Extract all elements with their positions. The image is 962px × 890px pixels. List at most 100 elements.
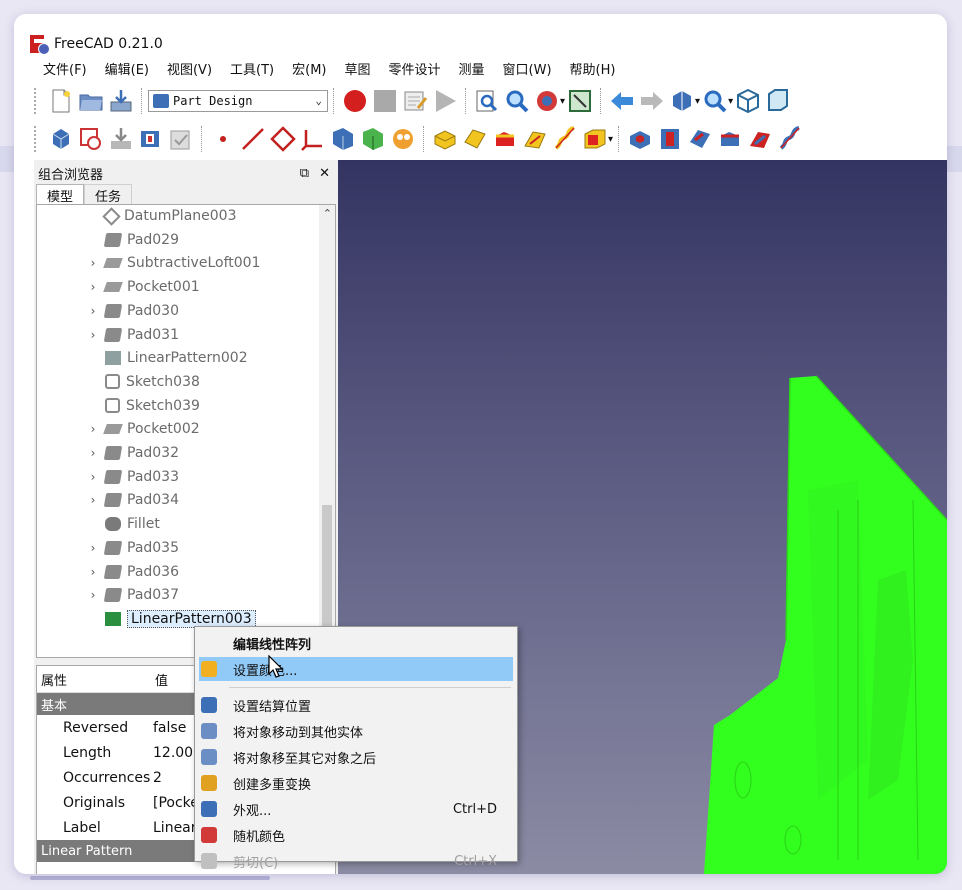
- toolbar-grip[interactable]: [34, 126, 40, 152]
- close-icon[interactable]: ✕: [319, 166, 330, 181]
- context-menu-item[interactable]: 剪切(C) Ctrl+X: [199, 849, 513, 873]
- hole-icon[interactable]: [657, 126, 683, 152]
- expand-arrow-icon[interactable]: ›: [85, 256, 101, 270]
- save-icon[interactable]: [108, 88, 134, 114]
- tree-item[interactable]: LinearPattern002: [37, 347, 248, 369]
- zoom-page-icon[interactable]: [474, 88, 500, 114]
- context-menu-item[interactable]: 外观... Ctrl+D: [199, 797, 513, 821]
- menu-view[interactable]: 视图(V): [158, 60, 221, 82]
- run-macro-icon[interactable]: [432, 88, 458, 114]
- open-folder-icon[interactable]: [78, 88, 104, 114]
- fit-dropdown-icon[interactable]: ▾: [728, 96, 733, 107]
- back-arrow-icon[interactable]: [609, 88, 635, 114]
- context-menu-item[interactable]: 将对象移至其它对象之后: [199, 745, 513, 769]
- bounding-box-icon[interactable]: [567, 88, 593, 114]
- front-view-icon[interactable]: [765, 88, 791, 114]
- expand-arrow-icon[interactable]: ›: [85, 588, 101, 602]
- clone-orange-icon[interactable]: [390, 126, 416, 152]
- menu-edit[interactable]: 编辑(E): [96, 60, 158, 82]
- tree-item[interactable]: Sketch039: [37, 395, 200, 417]
- create-sketch-icon[interactable]: [78, 126, 104, 152]
- context-menu-item[interactable]: 编辑线性阵列: [199, 631, 513, 655]
- additive-pipe-icon[interactable]: [522, 126, 548, 152]
- expand-arrow-icon[interactable]: ›: [85, 565, 101, 579]
- isometric-view-icon[interactable]: [735, 88, 761, 114]
- menu-help[interactable]: 帮助(H): [561, 60, 625, 82]
- sync-view-dropdown-icon[interactable]: ▾: [695, 96, 700, 107]
- shape-binder-icon[interactable]: [138, 126, 164, 152]
- tree-item[interactable]: › Pad035: [37, 537, 179, 559]
- expand-arrow-icon[interactable]: ›: [85, 328, 101, 342]
- sync-view-icon[interactable]: [669, 88, 695, 114]
- pad-icon[interactable]: [432, 126, 458, 152]
- additive-box-icon[interactable]: [582, 126, 608, 152]
- tree-scrollbar[interactable]: ⌃: [319, 205, 335, 657]
- tree-item[interactable]: › SubtractiveLoft001: [37, 252, 261, 274]
- new-document-icon[interactable]: [48, 88, 74, 114]
- fit-all-icon[interactable]: [702, 88, 728, 114]
- menu-macro[interactable]: 宏(M): [283, 60, 335, 82]
- tree-item[interactable]: Pad029: [37, 229, 179, 251]
- expand-arrow-icon[interactable]: ›: [85, 493, 101, 507]
- forward-arrow-icon[interactable]: [639, 88, 665, 114]
- context-menu-item[interactable]: 设置颜色...: [199, 657, 513, 681]
- tree-item[interactable]: Sketch038: [37, 371, 200, 393]
- menu-window[interactable]: 窗口(W): [494, 60, 561, 82]
- workbench-selector[interactable]: Part Design ⌄: [148, 90, 328, 112]
- tree-item[interactable]: › Pad031: [37, 324, 179, 346]
- undock-icon[interactable]: ⧉: [300, 166, 309, 181]
- scroll-up-icon[interactable]: ⌃: [323, 207, 332, 220]
- body-icon[interactable]: [48, 126, 74, 152]
- tree-item[interactable]: Fillet: [37, 513, 160, 535]
- datum-line-icon[interactable]: [240, 126, 266, 152]
- tab-tasks[interactable]: 任务: [84, 184, 133, 206]
- context-menu-item[interactable]: 随机颜色: [199, 823, 513, 847]
- clone-icon[interactable]: [168, 126, 194, 152]
- datum-plane-icon[interactable]: [270, 126, 296, 152]
- expand-arrow-icon[interactable]: ›: [85, 304, 101, 318]
- expand-arrow-icon[interactable]: ›: [85, 280, 101, 294]
- tree-item[interactable]: › Pocket002: [37, 418, 200, 440]
- model-tree[interactable]: ⌃ DatumPlane003 Pad029 › SubtractiveLoft001…: [36, 204, 336, 658]
- menu-tools[interactable]: 工具(T): [221, 60, 283, 82]
- expand-arrow-icon[interactable]: ›: [85, 446, 101, 460]
- import-icon[interactable]: [108, 126, 134, 152]
- subtractive-pipe-icon[interactable]: [747, 126, 773, 152]
- tree-item[interactable]: › Pad032: [37, 442, 179, 464]
- expand-arrow-icon[interactable]: ›: [85, 422, 101, 436]
- pocket-icon[interactable]: [627, 126, 653, 152]
- expand-arrow-icon[interactable]: ›: [85, 470, 101, 484]
- expand-arrow-icon[interactable]: ›: [85, 541, 101, 555]
- additive-helix-icon[interactable]: [552, 126, 578, 152]
- groove-icon[interactable]: [687, 126, 713, 152]
- tree-item[interactable]: › Pocket001: [37, 276, 200, 298]
- tree-item[interactable]: › Pad037: [37, 584, 179, 606]
- sub-shape-binder-icon[interactable]: [360, 126, 386, 152]
- context-menu-item[interactable]: 设置结算位置: [199, 693, 513, 717]
- datum-point-icon[interactable]: [210, 126, 236, 152]
- tree-item[interactable]: DatumPlane003: [37, 205, 236, 227]
- additive-loft-icon[interactable]: [492, 126, 518, 152]
- zoom-icon[interactable]: [504, 88, 530, 114]
- toolbar-grip[interactable]: [34, 88, 40, 114]
- menu-file[interactable]: 文件(F): [34, 60, 96, 82]
- tree-item[interactable]: › Pad033: [37, 466, 179, 488]
- revolution-icon[interactable]: [462, 126, 488, 152]
- draw-style-icon[interactable]: [534, 88, 560, 114]
- shape-binder-blue-icon[interactable]: [330, 126, 356, 152]
- edit-macro-icon[interactable]: [402, 88, 428, 114]
- local-coordinate-system-icon[interactable]: [300, 126, 326, 152]
- tree-item[interactable]: › Pad036: [37, 561, 179, 583]
- subtractive-helix-icon[interactable]: [777, 126, 803, 152]
- record-macro-icon[interactable]: [342, 88, 368, 114]
- menu-measure[interactable]: 测量: [450, 60, 494, 82]
- subtractive-loft-icon[interactable]: [717, 126, 743, 152]
- menu-sketch[interactable]: 草图: [336, 60, 380, 82]
- tab-model[interactable]: 模型: [36, 184, 85, 206]
- tree-item[interactable]: › Pad030: [37, 300, 179, 322]
- tree-item[interactable]: › Pad034: [37, 489, 179, 511]
- context-menu-item[interactable]: 将对象移动到其他实体: [199, 719, 513, 743]
- stop-macro-icon[interactable]: [372, 88, 398, 114]
- context-menu-item[interactable]: 创建多重变换: [199, 771, 513, 795]
- menu-part-design[interactable]: 零件设计: [380, 60, 450, 82]
